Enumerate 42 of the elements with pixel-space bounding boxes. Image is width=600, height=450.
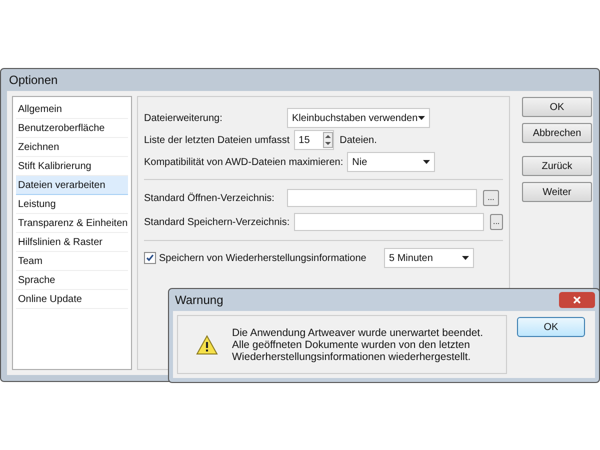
field-label: Standard Öffnen-Verzeichnis: [144,192,276,206]
category-item[interactable]: Dateien verarbeiten [16,176,128,195]
field-label: Dateierweiterung: [144,112,224,126]
dialog-button[interactable]: OK [522,97,592,117]
dialog-button[interactable]: Zurück [522,156,592,176]
warning-message: Die Anwendung Artweaver wurde unerwartet beendet. Alle geöffneten Dokumente wurden von den letzten Wiederherstellungsinformationen wiederhergestellt. [232,326,484,362]
dropdown[interactable]: Kleinbuchstaben verwenden [287,108,430,128]
field-label: Standard Speichern-Verzeichnis: [144,216,291,230]
dialog-title: Warnung [175,292,224,309]
checkbox-label: Speichern von Wiederherstellungsinformatione [159,252,368,266]
category-item[interactable]: Leistung [16,195,128,214]
browse-button[interactable]: ... [483,190,499,206]
close-button[interactable] [559,292,595,308]
close-icon [573,296,581,304]
dialog-button[interactable]: Abbrechen [522,123,592,143]
category-item[interactable]: Sprache [16,271,128,290]
category-item[interactable]: Online Update [16,290,128,309]
field-suffix: Dateien. [340,134,377,148]
category-item[interactable]: Team [16,252,128,271]
caret-icon [462,256,469,260]
path-field[interactable] [294,213,484,231]
warning-icon [196,334,218,354]
dropdown[interactable]: Nie [347,152,436,172]
caret-icon [418,116,425,120]
checkbox[interactable] [144,252,156,264]
category-item[interactable]: Zeichnen [16,138,128,157]
checkmark-icon [146,254,154,262]
spin-arrows-icon[interactable] [322,132,333,148]
category-item[interactable]: Allgemein [16,100,128,119]
category-item[interactable]: Transparenz & Einheiten [16,214,128,233]
category-item[interactable]: Benutzeroberfläche [16,119,128,138]
field-label: Kompatibilität von AWD-Dateien maximieren: [144,156,344,170]
category-item[interactable]: Hilfslinien & Raster [16,233,128,252]
number-spinner[interactable]: 15 [294,130,334,150]
field-label: Liste der letzten Dateien umfasst [144,134,291,148]
window-title: Optionen [9,72,58,89]
browse-button[interactable]: ... [490,214,503,230]
ok-button[interactable]: OK [517,317,585,337]
dropdown[interactable]: 5 Minuten [384,248,474,268]
dialog-button[interactable]: Weiter [522,182,592,202]
caret-icon [423,160,430,164]
path-field[interactable] [287,189,477,207]
